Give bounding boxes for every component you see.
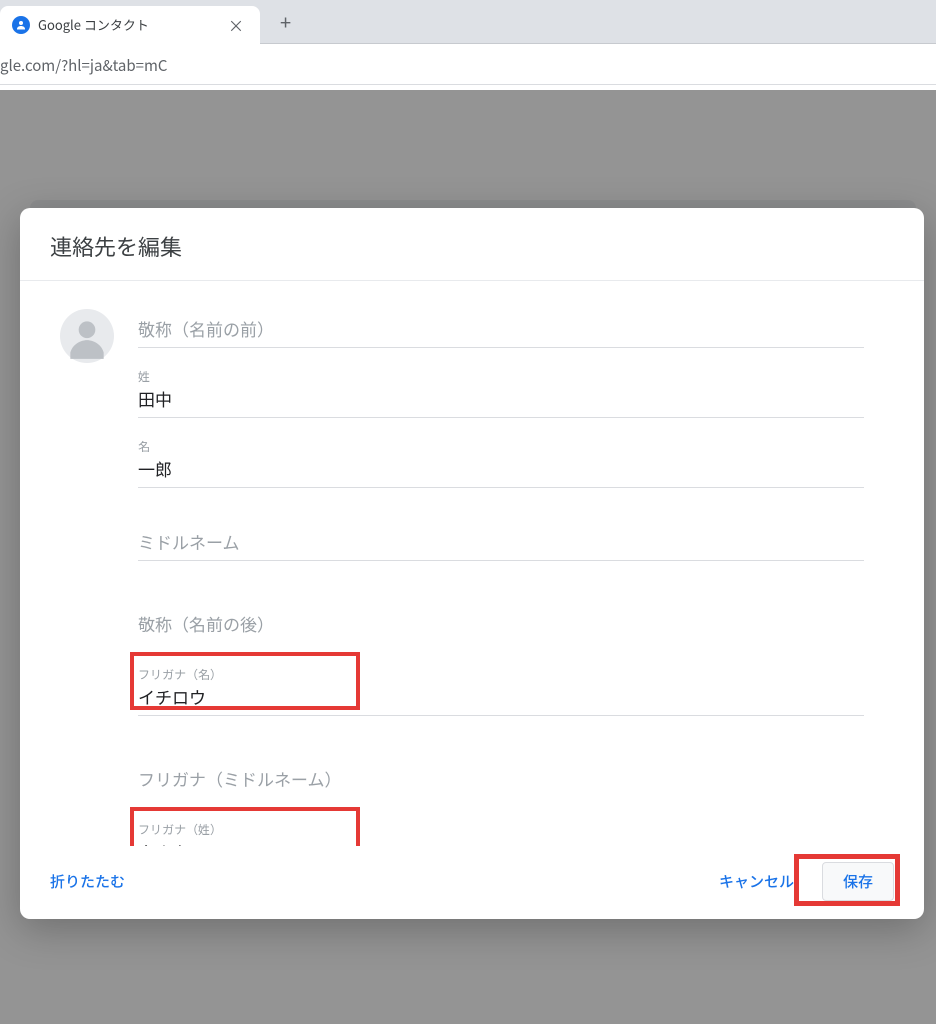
prefix-input[interactable] — [138, 321, 864, 341]
name-fields: 姓 名 敬称（名前の後） — [138, 305, 864, 846]
given-field[interactable]: 名 — [138, 426, 864, 488]
phonetic-given-label: フリガナ（名） — [138, 666, 864, 683]
surname-input[interactable] — [138, 389, 864, 409]
new-tab-button[interactable]: + — [270, 7, 301, 36]
dialog-title: 連絡先を編集 — [20, 208, 924, 281]
phonetic-surname-label: フリガナ（姓） — [138, 821, 864, 838]
contacts-favicon — [12, 16, 30, 34]
dialog-footer: 折りたたむ キャンセル 保存 — [20, 846, 924, 919]
edit-contact-dialog: 連絡先を編集 姓 名 — [20, 208, 924, 919]
prefix-field[interactable] — [138, 305, 864, 348]
tab-close-icon[interactable]: × — [224, 11, 248, 39]
contact-avatar[interactable] — [60, 309, 114, 363]
save-button[interactable]: 保存 — [822, 862, 894, 901]
browser-tab-strip: Google コンタクト × + — [0, 0, 936, 44]
suffix-placeholder: 敬称（名前の後） — [138, 603, 864, 640]
cancel-button[interactable]: キャンセル — [701, 863, 812, 900]
suffix-field[interactable]: 敬称（名前の後） — [138, 591, 864, 646]
phonetic-given-field[interactable]: フリガナ（名） — [138, 654, 864, 716]
phonetic-middle-field[interactable]: フリガナ（ミドルネーム） — [138, 746, 864, 801]
given-label: 名 — [138, 438, 864, 455]
phonetic-middle-placeholder: フリガナ（ミドルネーム） — [138, 758, 864, 795]
url-bar[interactable]: gle.com/?hl=ja&tab=mC — [0, 44, 936, 85]
dialog-body[interactable]: 姓 名 敬称（名前の後） — [20, 281, 924, 846]
phonetic-given-input[interactable] — [138, 687, 864, 707]
surname-field[interactable]: 姓 — [138, 356, 864, 418]
collapse-button[interactable]: 折りたたむ — [50, 871, 125, 892]
given-input[interactable] — [138, 459, 864, 479]
browser-tab[interactable]: Google コンタクト × — [0, 6, 260, 44]
middle-input[interactable] — [138, 534, 864, 554]
surname-label: 姓 — [138, 368, 864, 385]
url-text: gle.com/?hl=ja&tab=mC — [0, 55, 167, 76]
tab-title: Google コンタクト — [38, 15, 216, 34]
middle-field[interactable] — [138, 518, 864, 561]
phonetic-surname-field[interactable]: フリガナ（姓） — [138, 809, 864, 846]
